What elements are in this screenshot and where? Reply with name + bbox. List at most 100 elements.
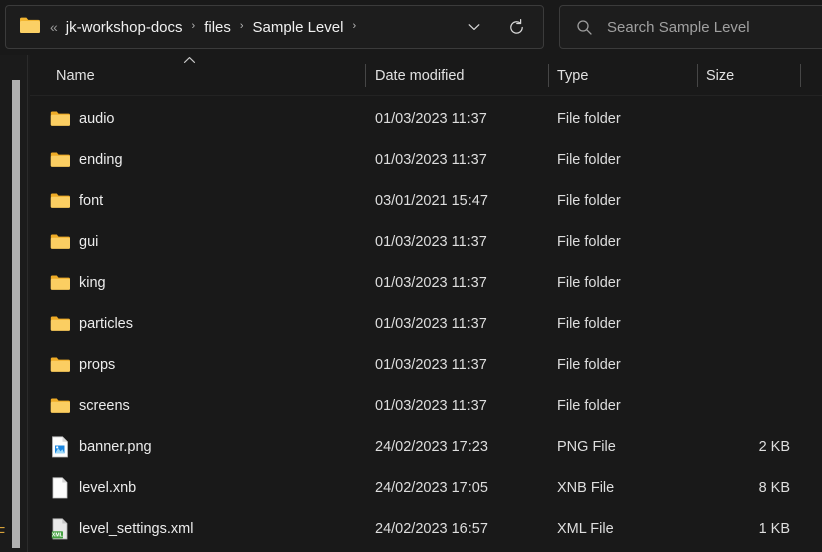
folder-icon xyxy=(50,111,70,126)
png-file-icon xyxy=(52,435,68,457)
column-divider-1[interactable] xyxy=(365,64,366,87)
folder-icon xyxy=(50,316,70,331)
table-row[interactable]: king 01/03/2023 11:37 File folder xyxy=(30,262,822,303)
address-bar[interactable]: « jk-workshop-docs › files › Sample Leve… xyxy=(5,5,544,49)
folder-icon xyxy=(50,152,70,167)
folder-icon xyxy=(49,395,71,417)
search-box[interactable]: Search Sample Level xyxy=(559,5,822,49)
blank-file-icon xyxy=(49,476,71,499)
table-row[interactable]: font 03/01/2021 15:47 File folder xyxy=(30,180,822,221)
table-row[interactable]: props 01/03/2023 11:37 File folder xyxy=(30,344,822,385)
table-row[interactable]: particles 01/03/2023 11:37 File folder xyxy=(30,303,822,344)
breadcrumb-item-jk-workshop-docs[interactable]: jk-workshop-docs xyxy=(66,19,183,36)
sort-ascending-chevron-icon xyxy=(183,57,196,63)
file-name[interactable]: level.xnb xyxy=(79,480,136,496)
blank-file-icon xyxy=(52,476,68,498)
table-row[interactable]: level.xnb 24/02/2023 17:05 XNB File 8 KB xyxy=(30,467,822,508)
file-date-modified: 01/03/2023 11:37 xyxy=(375,233,487,250)
breadcrumb-item-sample-level[interactable]: Sample Level xyxy=(253,19,344,36)
folder-icon xyxy=(49,313,71,335)
chevron-down-icon xyxy=(468,24,480,31)
explorer-top-bar: « jk-workshop-docs › files › Sample Leve… xyxy=(0,0,822,54)
folder-icon xyxy=(49,149,71,171)
file-type: File folder xyxy=(557,110,621,127)
file-name[interactable]: king xyxy=(79,275,106,291)
file-date-modified: 24/02/2023 16:57 xyxy=(375,520,488,537)
breadcrumb-chevron-icon-2[interactable]: › xyxy=(240,20,244,32)
folder-icon xyxy=(49,272,71,294)
refresh-button[interactable] xyxy=(499,10,533,44)
file-date-modified: 01/03/2023 11:37 xyxy=(375,356,487,373)
table-row[interactable]: ending 01/03/2023 11:37 File folder xyxy=(30,139,822,180)
column-divider-4[interactable] xyxy=(800,64,801,87)
table-row[interactable]: screens 01/03/2023 11:37 File folder xyxy=(30,385,822,426)
column-divider-2[interactable] xyxy=(548,64,549,87)
file-type: File folder xyxy=(557,397,621,414)
column-header-row: Name Date modified Type Size xyxy=(30,55,822,96)
breadcrumb-overflow-icon[interactable]: « xyxy=(50,19,58,35)
table-row[interactable]: XML level_settings.xml 24/02/2023 16:57 XML… xyxy=(30,508,822,549)
column-header-underline xyxy=(30,95,822,96)
file-date-modified: 01/03/2023 11:37 xyxy=(375,397,487,414)
file-list: Name Date modified Type Size audio 01/03/… xyxy=(30,55,822,552)
table-row[interactable]: audio 01/03/2023 11:37 File folder xyxy=(30,98,822,139)
folder-icon xyxy=(49,231,71,253)
file-size: 8 KB xyxy=(758,479,790,496)
file-name[interactable]: banner.png xyxy=(79,439,152,455)
table-row[interactable]: gui 01/03/2023 11:37 File folder xyxy=(30,221,822,262)
file-date-modified: 01/03/2023 11:37 xyxy=(375,151,487,168)
file-date-modified: 01/03/2023 11:37 xyxy=(375,315,487,332)
file-name[interactable]: screens xyxy=(79,398,130,414)
folder-icon xyxy=(50,193,70,208)
xml-file-icon: XML xyxy=(49,517,71,540)
file-size: 2 KB xyxy=(758,438,790,455)
folder-icon xyxy=(19,16,41,39)
file-type: File folder xyxy=(557,233,621,250)
navigation-pane-clipped-label: F xyxy=(0,524,6,541)
breadcrumb-chevron-icon-3[interactable]: › xyxy=(352,20,356,32)
breadcrumb-item-files[interactable]: files xyxy=(204,19,231,36)
file-date-modified: 01/03/2023 11:37 xyxy=(375,274,487,291)
file-date-modified: 03/01/2021 15:47 xyxy=(375,192,488,209)
file-name[interactable]: gui xyxy=(79,234,98,250)
pane-divider xyxy=(27,55,28,552)
folder-icon xyxy=(49,108,71,130)
search-icon xyxy=(576,19,593,36)
column-header-type[interactable]: Type xyxy=(557,55,697,96)
file-date-modified: 01/03/2023 11:37 xyxy=(375,110,487,127)
search-input[interactable]: Search Sample Level xyxy=(607,19,750,36)
column-header-size[interactable]: Size xyxy=(706,55,799,96)
address-bar-actions xyxy=(457,10,543,44)
address-history-dropdown-button[interactable] xyxy=(457,10,491,44)
folder-icon xyxy=(50,234,70,249)
file-type: PNG File xyxy=(557,438,616,455)
breadcrumb-chevron-icon-1[interactable]: › xyxy=(192,20,196,32)
file-name[interactable]: level_settings.xml xyxy=(79,521,193,537)
column-divider-3[interactable] xyxy=(697,64,698,87)
file-date-modified: 24/02/2023 17:23 xyxy=(375,438,488,455)
refresh-icon xyxy=(509,18,523,34)
file-type: File folder xyxy=(557,315,621,332)
column-header-name[interactable]: Name xyxy=(56,55,365,96)
file-name[interactable]: ending xyxy=(79,152,123,168)
folder-icon xyxy=(50,357,70,372)
file-size: 1 KB xyxy=(758,520,790,537)
navigation-pane-scrollbar-thumb[interactable] xyxy=(12,80,20,548)
png-file-icon xyxy=(49,435,71,458)
table-row[interactable]: banner.png 24/02/2023 17:23 PNG File 2 KB xyxy=(30,426,822,467)
folder-icon xyxy=(49,190,71,212)
svg-text:XML: XML xyxy=(52,532,64,538)
column-header-date-modified[interactable]: Date modified xyxy=(375,55,548,96)
file-name[interactable]: audio xyxy=(79,111,114,127)
file-type: File folder xyxy=(557,274,621,291)
folder-icon xyxy=(50,275,70,290)
folder-icon xyxy=(49,354,71,376)
file-name[interactable]: font xyxy=(79,193,103,209)
file-type: File folder xyxy=(557,356,621,373)
file-type: File folder xyxy=(557,192,621,209)
xml-file-icon: XML xyxy=(51,517,68,539)
file-name[interactable]: particles xyxy=(79,316,133,332)
file-name[interactable]: props xyxy=(79,357,115,373)
file-type: XML File xyxy=(557,520,614,537)
folder-icon xyxy=(50,398,70,413)
